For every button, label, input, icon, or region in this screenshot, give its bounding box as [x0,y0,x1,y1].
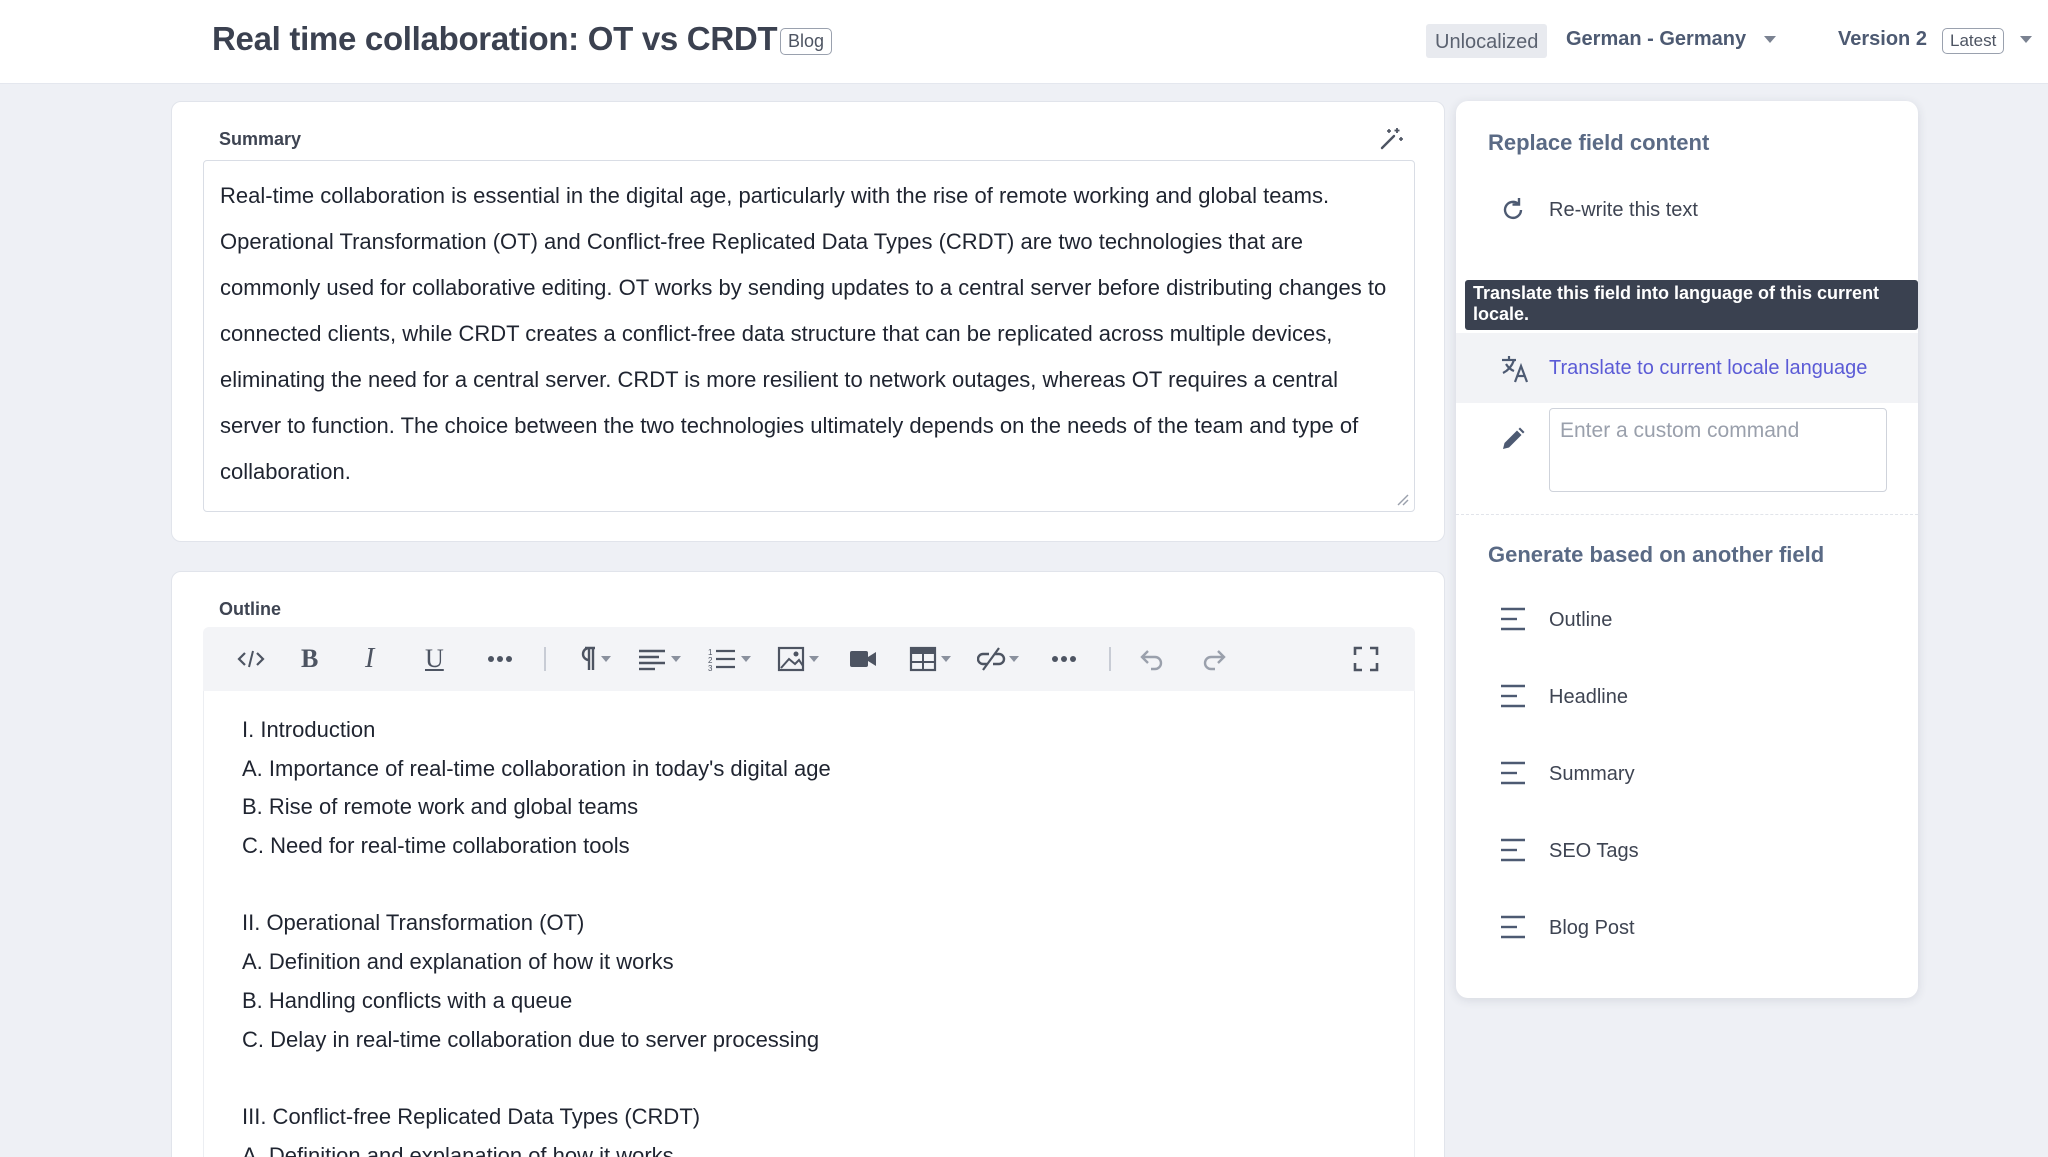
magic-wand-icon[interactable] [1378,126,1404,157]
rewrite-text-option[interactable]: Re-write this text [1456,179,1918,241]
generate-item-label: SEO Tags [1549,839,1639,862]
outline-line: I. Introduction [242,717,376,742]
summary-field-card: Summary Real-time collaboration is essen… [171,101,1445,542]
translate-label: Translate to current locale language [1549,356,1868,379]
chevron-down-icon[interactable] [1764,36,1776,43]
svg-text:3: 3 [708,664,713,672]
outline-field-card: Outline B I U 123 I. Introduction A. Imp… [171,571,1445,1157]
custom-command-input[interactable] [1549,408,1887,492]
outline-line: B. Rise of remote work and global teams [242,794,639,820]
rewrite-label: Re-write this text [1549,198,1698,221]
chevron-down-icon[interactable] [2020,36,2032,43]
outline-label: Outline [219,599,281,619]
text-lines-icon [1500,838,1526,867]
generate-item-label: Blog Post [1549,916,1635,939]
link-icon[interactable] [977,645,1023,673]
text-lines-icon [1500,607,1526,636]
translate-tooltip: Translate this field into language of th… [1465,280,1918,330]
pencil-icon [1500,426,1526,457]
generate-item-label: Outline [1549,608,1613,631]
top-bar: Real time collaboration: OT vs CRDT Blog… [0,0,2048,84]
insert-video-icon[interactable] [849,645,877,673]
outline-line: A. Definition and explanation of how it … [242,1142,674,1157]
toolbar-divider [544,647,546,671]
translate-icon [1500,355,1530,388]
bold-icon[interactable]: B [301,644,318,673]
page-title: Real time collaboration: OT vs CRDT [212,20,778,57]
outline-line: B. Handling conflicts with a queue [242,987,573,1013]
text-lines-icon [1500,915,1526,944]
generate-from-headline[interactable]: Headline [1456,666,1918,728]
refresh-icon [1500,197,1526,228]
outline-line: A. Definition and explanation of how it … [242,949,674,975]
summary-label: Summary [219,129,302,149]
code-view-icon[interactable] [237,645,265,673]
outline-line: A. Importance of real-time collaboration… [242,755,831,781]
ai-assistant-panel: Replace field content Re-write this text… [1456,101,1918,998]
italic-icon[interactable]: I [365,643,374,674]
version-dropdown[interactable]: Version 2 [1838,28,1927,51]
unlocalized-badge: Unlocalized [1426,24,1548,58]
paragraph-format-icon[interactable] [571,645,611,673]
more-formatting-icon[interactable] [487,645,513,673]
translate-option[interactable]: Translate to current locale language [1456,333,1918,403]
version-status-badge: Latest [1942,28,2005,54]
align-icon[interactable] [637,645,683,673]
generate-from-blog-post[interactable]: Blog Post [1456,897,1918,959]
rich-text-toolbar: B I U 123 [203,627,1415,691]
outline-line: C. Delay in real-time collaboration due … [242,1026,820,1052]
locale-dropdown[interactable]: German - Germany [1566,28,1746,51]
generate-from-summary[interactable]: Summary [1456,743,1918,805]
more-options-icon[interactable] [1051,645,1077,673]
outline-line: C. Need for real-time collaboration tool… [242,833,630,859]
summary-textarea[interactable]: Real-time collaboration is essential in … [203,160,1415,512]
toolbar-divider [1109,647,1111,671]
undo-icon[interactable] [1139,645,1165,673]
outline-line [242,1059,1376,1098]
insert-table-icon[interactable] [909,645,955,673]
content-type-badge: Blog [780,28,833,55]
outline-line: III. Conflict-free Replicated Data Types… [242,1103,701,1129]
generate-from-seo-tags[interactable]: SEO Tags [1456,820,1918,882]
ordered-list-icon[interactable]: 123 [707,645,753,673]
outline-editor[interactable]: I. Introduction A. Importance of real-ti… [203,691,1415,1157]
generate-item-label: Summary [1549,762,1635,785]
panel-divider [1456,514,1918,515]
generate-from-outline[interactable]: Outline [1456,589,1918,651]
generate-heading: Generate based on another field [1488,542,1825,567]
text-lines-icon [1500,684,1526,713]
generate-item-label: Headline [1549,685,1628,708]
redo-icon[interactable] [1201,645,1227,673]
text-lines-icon [1500,761,1526,790]
underline-icon[interactable]: U [425,644,444,673]
fullscreen-icon[interactable] [1353,645,1379,673]
outline-line: II. Operational Transformation (OT) [242,910,585,936]
insert-image-icon[interactable] [777,645,823,673]
replace-field-heading: Replace field content [1488,130,1710,155]
outline-line [242,866,1376,905]
resize-handle-icon[interactable] [1396,493,1440,537]
